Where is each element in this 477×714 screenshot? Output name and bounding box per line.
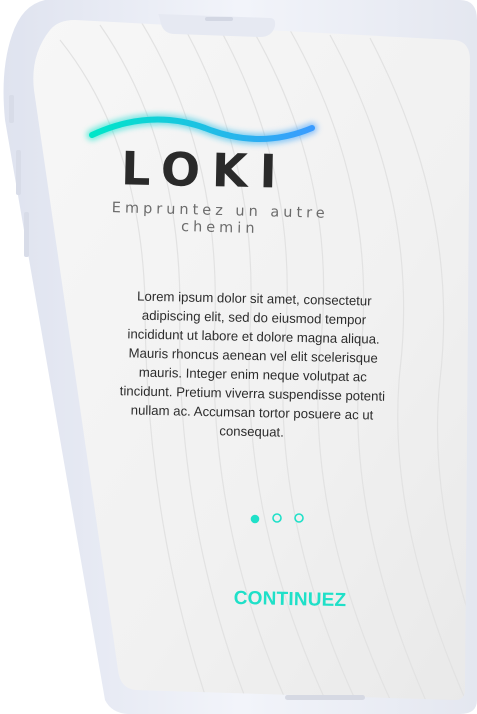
continue-button[interactable]: CONTINUEZ bbox=[210, 587, 371, 616]
tagline: Empruntez un autre chemin bbox=[111, 200, 329, 238]
phone-mockup: LOKI Empruntez un autre chemin Lorem ips… bbox=[0, 0, 477, 714]
onboarding-screen: Empruntez un autre chemin Lorem ipsum do… bbox=[0, 0, 477, 714]
onboarding-description: Lorem ipsum dolor sit amet, consectetur … bbox=[119, 288, 386, 440]
